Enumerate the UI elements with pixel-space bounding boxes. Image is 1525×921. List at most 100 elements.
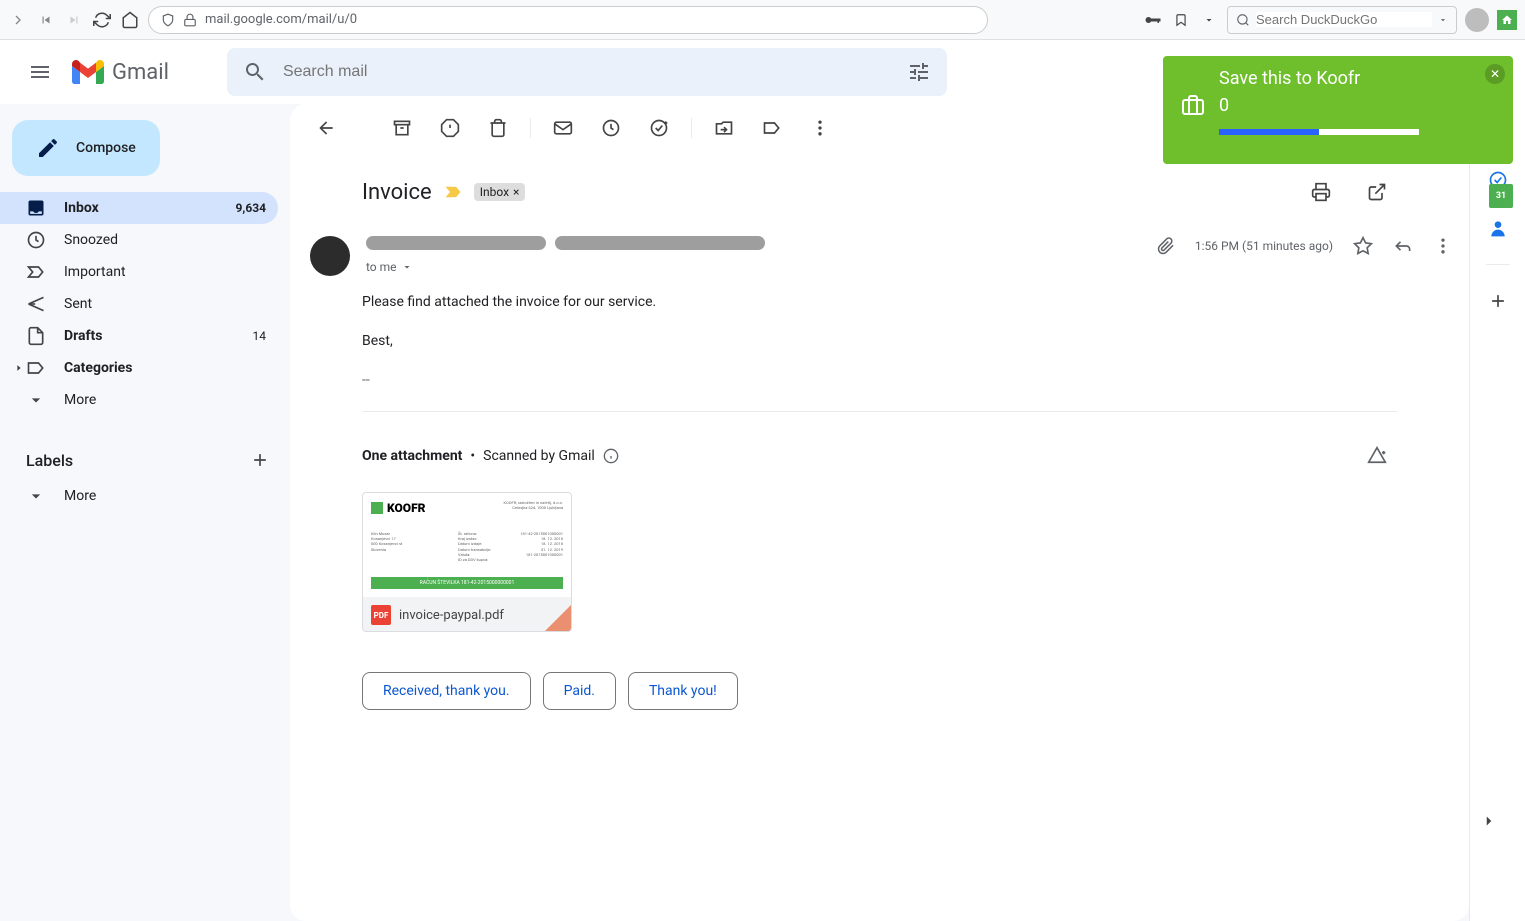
contacts-addon[interactable] <box>1486 216 1510 240</box>
print-button[interactable] <box>1301 172 1341 212</box>
search-input[interactable] <box>283 63 891 81</box>
main-content: 1 of 16,538 Invoice Inbox × <box>290 104 1469 921</box>
app-name: Gmail <box>112 60 169 85</box>
spam-button[interactable] <box>430 108 470 148</box>
email-body: Please find attached the invoice for our… <box>290 276 1469 391</box>
gmail-m-icon <box>72 60 104 84</box>
reload-icon[interactable] <box>92 10 112 30</box>
send-icon <box>26 294 46 314</box>
compose-button[interactable]: Compose <box>12 120 160 176</box>
sender-avatar[interactable] <box>310 236 350 276</box>
mark-unread-button[interactable] <box>543 108 583 148</box>
gmail-logo[interactable]: Gmail <box>72 60 169 85</box>
pencil-icon <box>36 136 60 160</box>
url-text: mail.google.com/mail/u/0 <box>205 12 357 27</box>
expand-side-panel-button[interactable] <box>1469 801 1509 841</box>
close-popup-button[interactable]: ✕ <box>1485 64 1505 84</box>
browser-search-input[interactable] <box>1256 12 1432 27</box>
attachment-icon <box>1157 237 1175 255</box>
tune-icon[interactable] <box>907 60 931 84</box>
clock-icon <box>26 230 46 250</box>
main-menu-button[interactable] <box>16 48 64 96</box>
nav-more[interactable]: More <box>0 384 278 416</box>
add-label-icon[interactable] <box>250 450 270 470</box>
more-button[interactable] <box>1433 236 1453 256</box>
sender-name-redacted <box>366 236 546 250</box>
forward-icon[interactable] <box>8 10 28 30</box>
label-chip[interactable]: Inbox × <box>474 183 526 201</box>
search-icon <box>243 60 267 84</box>
nav-snoozed[interactable]: Snoozed <box>0 224 278 256</box>
nav-drafts[interactable]: Drafts 14 <box>0 320 278 352</box>
first-icon[interactable] <box>36 10 56 30</box>
snooze-button[interactable] <box>591 108 631 148</box>
url-bar[interactable]: mail.google.com/mail/u/0 <box>148 6 988 34</box>
add-task-button[interactable] <box>639 108 679 148</box>
home-icon[interactable] <box>120 10 140 30</box>
remove-label-icon[interactable]: × <box>513 185 519 199</box>
nav-important[interactable]: Important <box>0 256 278 288</box>
compose-label: Compose <box>76 140 136 156</box>
browser-profile-icon[interactable] <box>1465 8 1489 32</box>
file-icon <box>26 326 46 346</box>
search-bar[interactable] <box>227 48 947 96</box>
inbox-icon <box>26 198 46 218</box>
chevron-down-icon <box>401 261 413 273</box>
chevron-down-icon <box>26 390 46 410</box>
move-to-button[interactable] <box>704 108 744 148</box>
recipient-line[interactable]: to me <box>366 260 1141 274</box>
smart-reply-chips: Received, thank you. Paid. Thank you! <box>290 632 1469 750</box>
sidebar: Compose Inbox 9,634 Snoozed Important Se… <box>0 104 290 921</box>
koofr-title: Save this to Koofr <box>1219 68 1497 89</box>
side-panel <box>1469 104 1525 921</box>
labels-header: Labels <box>0 440 290 480</box>
attachment-filename: invoice-paypal.pdf <box>399 608 504 623</box>
briefcase-icon <box>1179 93 1207 117</box>
browser-chrome: mail.google.com/mail/u/0 <box>0 0 1525 40</box>
label-icon <box>14 358 46 378</box>
email-subject: Invoice <box>362 180 432 205</box>
browser-search[interactable] <box>1227 6 1457 34</box>
nav-sent[interactable]: Sent <box>0 288 278 320</box>
pdf-badge: PDF <box>371 605 391 625</box>
bookmark-icon[interactable] <box>1171 10 1191 30</box>
sender-email-redacted <box>555 236 765 250</box>
last-icon[interactable] <box>64 10 84 30</box>
koofr-count: 0 <box>1219 95 1229 116</box>
attachments-section: One attachment • Scanned by Gmail KOOFR … <box>362 411 1397 632</box>
attachment-preview: KOOFR KOOFR, razložitev in načrtij, d.o.… <box>363 493 571 597</box>
scanned-text: Scanned by Gmail <box>483 448 595 464</box>
info-icon[interactable] <box>603 448 619 464</box>
key-icon[interactable] <box>1143 10 1163 30</box>
chevron-down-icon[interactable] <box>1438 15 1448 25</box>
sender-row: to me 1:56 PM (51 minutes ago) <box>290 220 1469 276</box>
labels-button[interactable] <box>752 108 792 148</box>
extension-icon[interactable] <box>1497 10 1517 30</box>
back-button[interactable] <box>306 108 346 148</box>
star-button[interactable] <box>1353 236 1373 256</box>
email-timestamp: 1:56 PM (51 minutes ago) <box>1195 239 1333 253</box>
smart-reply-3[interactable]: Thank you! <box>628 672 738 710</box>
attachment-count: One attachment <box>362 448 462 464</box>
popout-button[interactable] <box>1357 172 1397 212</box>
important-icon <box>26 262 46 282</box>
reply-button[interactable] <box>1393 236 1413 256</box>
more-button[interactable] <box>800 108 840 148</box>
smart-reply-2[interactable]: Paid. <box>543 672 616 710</box>
chevron-down-icon <box>26 486 46 506</box>
nav-categories[interactable]: Categories <box>0 352 278 384</box>
nav-inbox[interactable]: Inbox 9,634 <box>0 192 278 224</box>
koofr-progress <box>1219 129 1419 135</box>
delete-button[interactable] <box>478 108 518 148</box>
attachment-card[interactable]: KOOFR KOOFR, razložitev in načrtij, d.o.… <box>362 492 572 632</box>
chevron-down-icon[interactable] <box>1199 10 1219 30</box>
shield-icon <box>161 13 175 27</box>
get-addons-button[interactable] <box>1486 289 1510 313</box>
important-marker-icon[interactable] <box>444 185 462 199</box>
save-all-drive-button[interactable] <box>1357 436 1397 476</box>
lock-icon <box>183 13 197 27</box>
calendar-date-badge[interactable]: 31 <box>1489 184 1513 208</box>
archive-button[interactable] <box>382 108 422 148</box>
smart-reply-1[interactable]: Received, thank you. <box>362 672 531 710</box>
labels-more[interactable]: More <box>0 480 278 512</box>
